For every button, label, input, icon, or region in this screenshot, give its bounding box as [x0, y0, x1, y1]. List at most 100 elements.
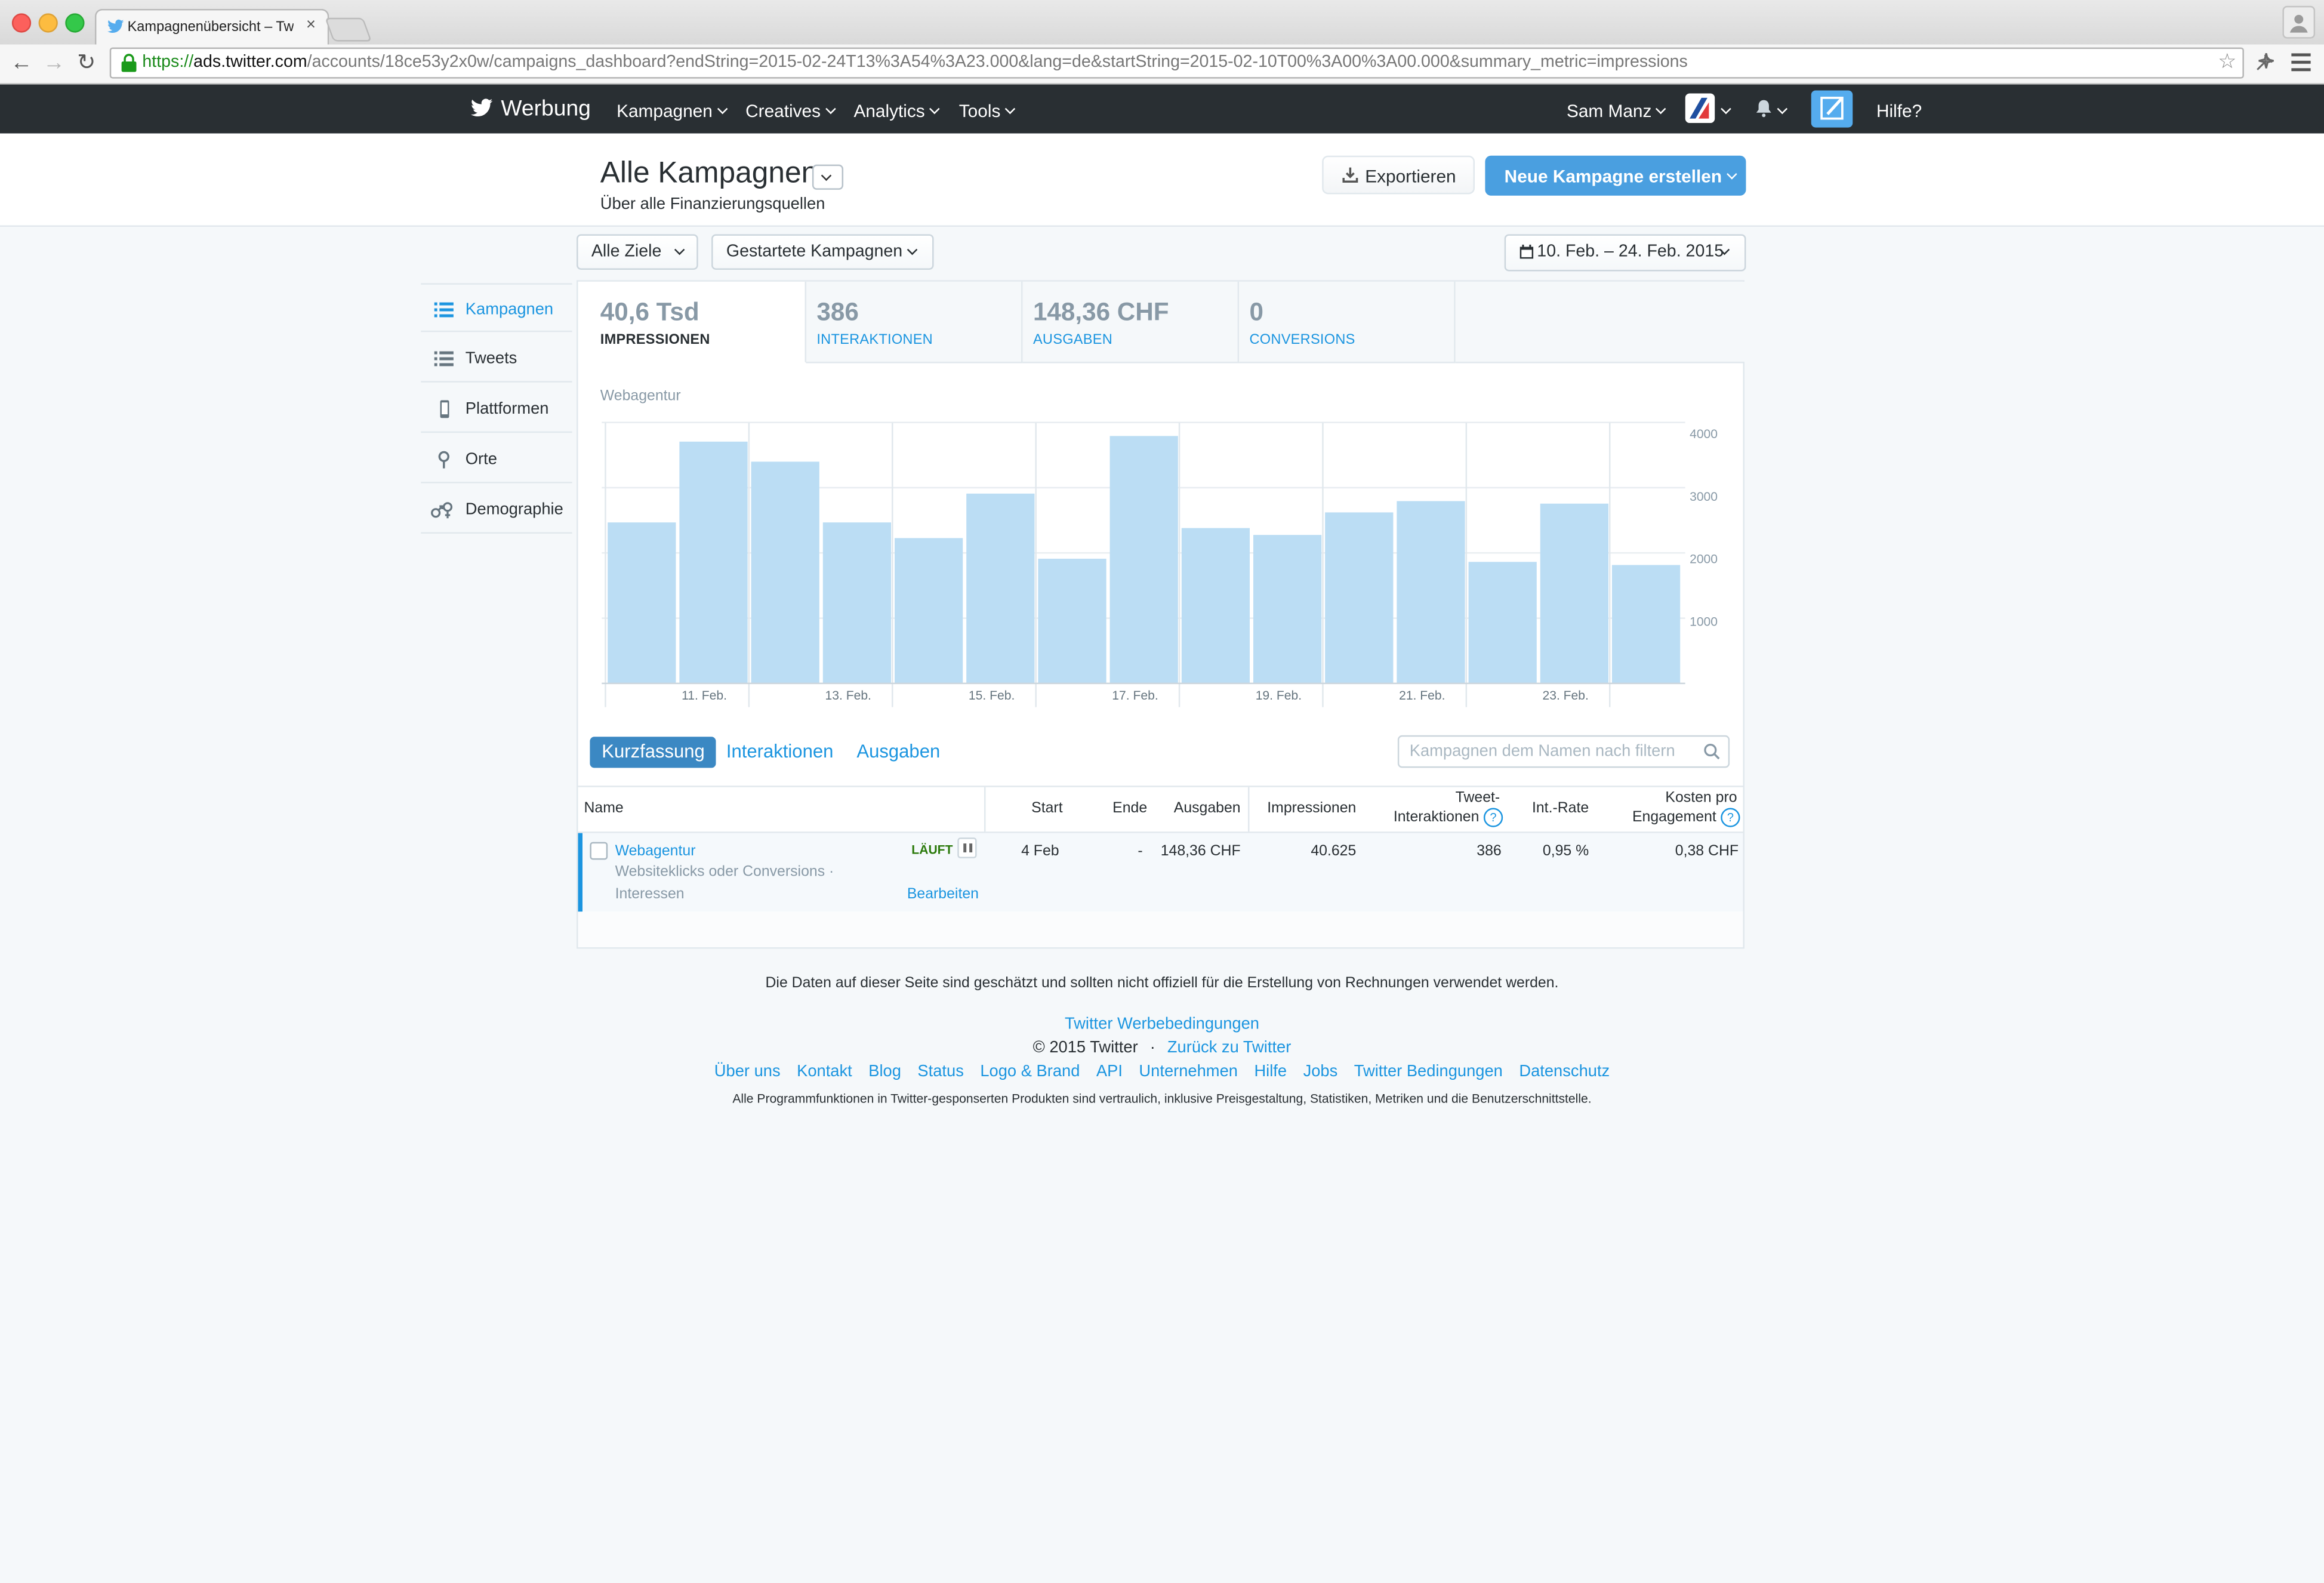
nav-menu-creatives[interactable]: Creatives	[745, 101, 836, 122]
back-arrow-icon[interactable]: ←	[10, 49, 32, 79]
ad-terms-link[interactable]: Twitter Werbebedingungen	[1065, 1015, 1259, 1033]
campaign-name-link[interactable]: Webagentur	[615, 843, 696, 860]
footer-link-twitter-bedingungen[interactable]: Twitter Bedingungen	[1354, 1063, 1503, 1081]
url-path: /accounts/18ce53y2x0w/campaigns_dashboar…	[307, 53, 1688, 72]
col-header-end[interactable]: Ende	[1086, 800, 1147, 818]
subtab-label: Interaktionen	[726, 741, 834, 762]
export-button[interactable]: Exportieren	[1322, 155, 1475, 195]
reload-icon[interactable]: ↻	[77, 49, 95, 79]
extension-icon[interactable]	[2253, 50, 2277, 74]
chevron-down-icon	[1656, 103, 1667, 115]
metric-tab-impressions[interactable]: 40,6 Tsd IMPRESSIONEN	[578, 281, 806, 364]
forward-arrow-icon[interactable]: →	[43, 49, 65, 79]
chart-bar	[1181, 528, 1250, 683]
chart-bar	[1253, 535, 1322, 683]
campaign-scope-dropdown[interactable]	[812, 164, 844, 190]
col-header-tweet-eng-line2[interactable]: Interaktionen?	[1364, 808, 1503, 827]
chevron-down-icon	[1004, 103, 1016, 115]
campaign-name-filter-input[interactable]	[1397, 735, 1730, 768]
footer-link-jobs[interactable]: Jobs	[1303, 1063, 1338, 1081]
back-to-twitter-link[interactable]: Zurück zu Twitter	[1167, 1039, 1291, 1057]
tab-close-icon[interactable]: ×	[306, 16, 316, 34]
subtab-ausgaben[interactable]: Ausgaben	[856, 737, 940, 768]
footer-link-blog[interactable]: Blog	[868, 1063, 901, 1081]
metric-tab-ausgaben[interactable]: 148,36 CHF AUSGABEN	[1022, 281, 1240, 364]
cell-start: 4 Feb	[1021, 843, 1059, 860]
notifications-menu-toggle[interactable]	[1773, 101, 1788, 122]
sidebar-item-demographie[interactable]: Demographie	[421, 485, 572, 534]
maximize-window-button[interactable]	[65, 13, 85, 33]
subtab-interaktionen[interactable]: Interaktionen	[726, 737, 834, 768]
pause-icon-bar	[969, 843, 973, 852]
copyright: © 2015 Twitter	[1032, 1039, 1138, 1057]
minimize-window-button[interactable]	[38, 13, 58, 33]
nav-menu-label: Analytics	[853, 100, 925, 122]
help-icon[interactable]: ?	[1483, 808, 1503, 827]
user-menu[interactable]: Sam Manz	[1567, 101, 1667, 122]
col-header-cpe-line1[interactable]: Kosten pro	[1601, 790, 1737, 808]
footer-link-datenschutz[interactable]: Datenschutz	[1519, 1063, 1610, 1081]
nav-menu-kampagnen[interactable]: Kampagnen	[617, 101, 728, 122]
download-icon	[1342, 167, 1358, 183]
chart-y-tick-label: 3000	[1690, 490, 1718, 504]
account-menu-toggle[interactable]	[1716, 101, 1731, 122]
metric-tab-conversions[interactable]: 0 CONVERSIONS	[1239, 281, 1456, 364]
metric-tab-interaktionen[interactable]: 386 INTERAKTIONEN	[806, 281, 1023, 364]
chart-x-tick-label: 15. Feb.	[969, 689, 1015, 703]
date-range-picker[interactable]: 10. Feb. – 24. Feb. 2015	[1504, 234, 1746, 272]
footer-link-unternehmen[interactable]: Unternehmen	[1139, 1063, 1238, 1081]
bell-icon[interactable]	[1753, 98, 1774, 119]
footer-link-logo-brand[interactable]: Logo & Brand	[980, 1063, 1080, 1081]
nav-menu-tools[interactable]: Tools	[959, 101, 1016, 122]
bookmark-star-icon[interactable]: ☆	[2218, 49, 2236, 74]
footer-link-kontakt[interactable]: Kontakt	[797, 1063, 852, 1081]
footer-link-status[interactable]: Status	[917, 1063, 963, 1081]
new-campaign-button[interactable]: Neue Kampagne erstellen	[1485, 155, 1746, 196]
sidebar-item-label: Kampagnen	[465, 301, 554, 319]
sidebar-item-orte[interactable]: Orte	[421, 435, 572, 483]
row-select-checkbox[interactable]	[590, 842, 608, 860]
chevron-down-icon	[825, 103, 836, 115]
edit-campaign-link[interactable]: Bearbeiten	[907, 886, 979, 903]
chevron-down-icon	[907, 244, 918, 255]
nav-menu-analytics[interactable]: Analytics	[853, 100, 940, 122]
col-header-name[interactable]: Name	[584, 800, 623, 818]
col-header-start[interactable]: Start	[1002, 800, 1062, 818]
footer-link-ueber-uns[interactable]: Über uns	[714, 1063, 781, 1081]
tab-title: Kampagnenübersicht – Twitter	[127, 19, 294, 36]
objective-filter-dropdown[interactable]: Alle Ziele	[577, 234, 698, 270]
export-label: Exportieren	[1365, 166, 1456, 187]
col-header-spend[interactable]: Ausgaben	[1152, 800, 1241, 818]
sidebar-item-plattformen[interactable]: Plattformen	[421, 384, 572, 433]
account-avatar[interactable]	[1685, 93, 1715, 124]
address-bar[interactable]: https://ads.twitter.com/accounts/18ce53y…	[109, 47, 2244, 79]
help-icon[interactable]: ?	[1721, 808, 1740, 827]
status-filter-dropdown[interactable]: Gestartete Kampagnen	[711, 234, 934, 270]
chart-x-tick-label: 17. Feb.	[1112, 689, 1158, 703]
col-header-impressions[interactable]: Impressionen	[1252, 800, 1356, 818]
sidebar-item-tweets[interactable]: Tweets	[421, 334, 572, 383]
chart-bar	[1109, 436, 1178, 683]
compose-tweet-button[interactable]	[1811, 90, 1853, 128]
subtab-kurzfassung[interactable]: Kurzfassung	[590, 737, 717, 768]
pause-campaign-button[interactable]	[957, 837, 977, 858]
col-header-cpe-line2[interactable]: Engagement?	[1571, 808, 1740, 827]
sidebar-item-kampagnen[interactable]: Kampagnen	[421, 283, 572, 332]
footer-link-api[interactable]: API	[1096, 1063, 1123, 1081]
data-disclaimer: Die Daten auf dieser Seite sind geschätz…	[765, 975, 1559, 992]
new-tab-button[interactable]	[325, 17, 372, 42]
col-header-tweet-eng-line1[interactable]: Tweet-	[1364, 790, 1500, 808]
footer-link-hilfe[interactable]: Hilfe	[1254, 1063, 1287, 1081]
search-icon	[1704, 744, 1720, 760]
close-window-button[interactable]	[11, 13, 32, 33]
chevron-down-icon	[929, 103, 940, 115]
brand-name[interactable]: Werbung	[501, 96, 590, 121]
chevron-down-icon	[1777, 103, 1788, 115]
twitter-bird-icon[interactable]	[469, 96, 495, 120]
browser-tab[interactable]: Kampagnenübersicht – Twitter ×	[94, 8, 329, 46]
objective-filter-label: Alle Ziele	[591, 243, 662, 261]
help-link[interactable]: Hilfe?	[1876, 101, 1922, 122]
url-scheme: https://	[142, 53, 194, 72]
browser-profile-button[interactable]	[2282, 5, 2316, 39]
browser-menu-icon[interactable]	[2291, 53, 2311, 72]
